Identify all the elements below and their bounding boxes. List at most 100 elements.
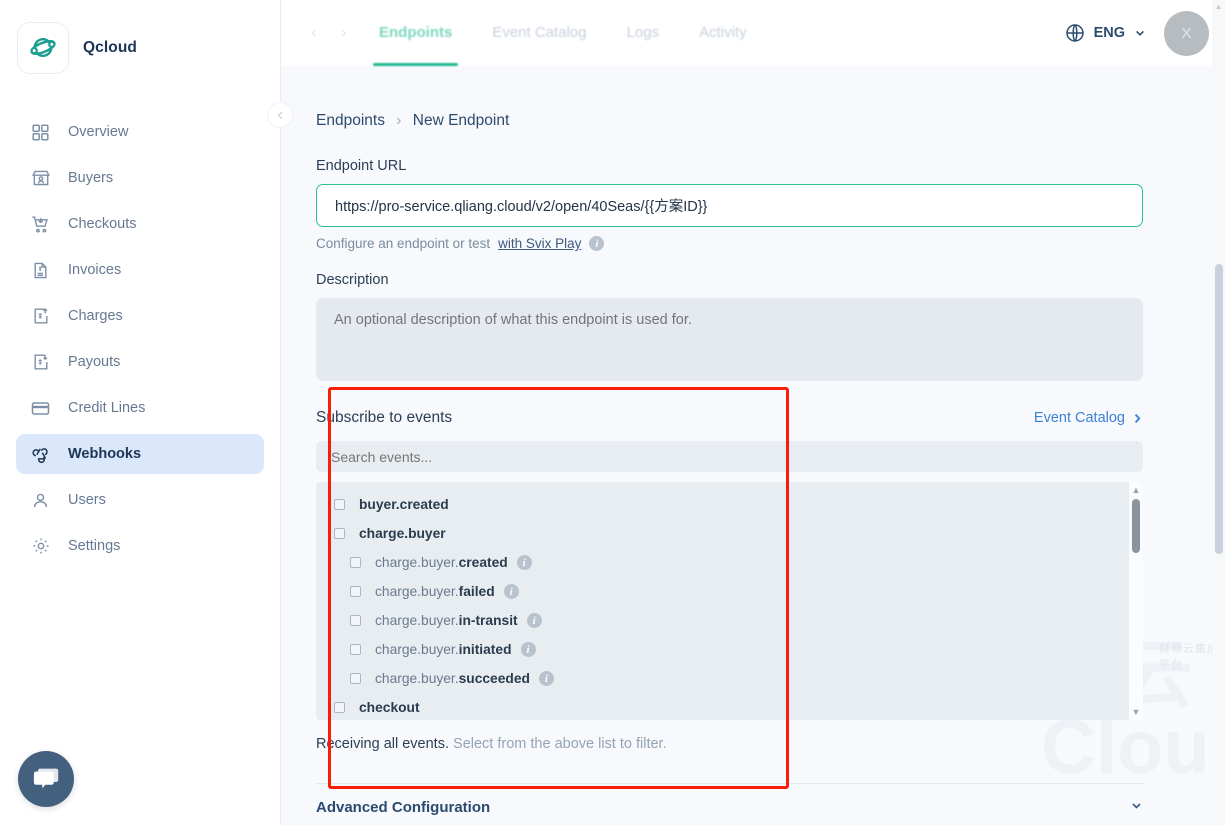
- checkbox[interactable]: [334, 499, 345, 510]
- endpoint-url-hint: Configure an endpoint or test with Svix …: [316, 236, 1143, 251]
- event-name: charge.buyer.failed: [375, 584, 495, 599]
- scrollbar-thumb[interactable]: [1132, 499, 1140, 553]
- sidebar-item-checkouts[interactable]: Checkouts: [16, 204, 264, 244]
- store-icon: [30, 168, 51, 189]
- sidebar-item-label: Webhooks: [68, 446, 142, 462]
- globe-icon: [1065, 24, 1084, 42]
- event-catalog-link[interactable]: Event Catalog: [1034, 410, 1143, 426]
- page-scrollbar[interactable]: ▲: [1212, 0, 1225, 825]
- endpoint-url-input[interactable]: [316, 184, 1143, 227]
- advanced-configuration-toggle[interactable]: Advanced Configuration: [316, 784, 1143, 825]
- sidebar-item-label: Charges: [68, 308, 123, 324]
- chevron-left-icon: [277, 111, 282, 119]
- sidebar-item-invoices[interactable]: Invoices: [16, 250, 264, 290]
- sidebar-item-charges[interactable]: Charges: [16, 296, 264, 336]
- checkbox[interactable]: [350, 557, 361, 568]
- triangle-up-icon[interactable]: ▲: [1132, 485, 1141, 495]
- page-scrollbar-thumb[interactable]: [1215, 264, 1223, 554]
- list-item[interactable]: buyer.created: [316, 490, 1143, 519]
- breadcrumb-separator: ›: [396, 112, 402, 129]
- breadcrumb-root[interactable]: Endpoints: [316, 112, 385, 129]
- gear-icon: [30, 536, 51, 557]
- page-content: Endpoints › New Endpoint Endpoint URL Co…: [281, 66, 1225, 825]
- language-selector[interactable]: ENG: [1065, 23, 1146, 43]
- sidebar-item-users[interactable]: Users: [16, 480, 264, 520]
- endpoint-url-label: Endpoint URL: [316, 158, 407, 174]
- nav-forward-button[interactable]: ›: [329, 0, 359, 66]
- triangle-down-icon[interactable]: ▼: [1132, 707, 1141, 717]
- chat-bubble-button[interactable]: [18, 751, 74, 807]
- list-item[interactable]: charge.buyer.failed i: [316, 577, 1143, 606]
- breadcrumb-current: New Endpoint: [412, 112, 510, 129]
- tab-logs[interactable]: Logs: [607, 0, 680, 66]
- list-item[interactable]: charge.buyer.succeeded i: [316, 664, 1143, 693]
- tab-endpoints[interactable]: Endpoints: [359, 0, 472, 66]
- brand-name: Qcloud: [83, 39, 137, 56]
- list-item[interactable]: charge.buyer.created i: [316, 548, 1143, 577]
- qcloud-planet-logo-icon: [17, 22, 69, 74]
- list-item[interactable]: charge.buyer.initiated i: [316, 635, 1143, 664]
- list-item[interactable]: checkout: [316, 693, 1143, 720]
- description-label: Description: [316, 272, 389, 288]
- event-name: checkout: [359, 700, 420, 715]
- events-header: Subscribe to events Event Catalog: [316, 409, 1143, 427]
- list-item[interactable]: charge.buyer: [316, 519, 1143, 548]
- checkbox[interactable]: [350, 644, 361, 655]
- checkbox[interactable]: [350, 673, 361, 684]
- info-icon[interactable]: i: [538, 671, 554, 686]
- sidebar-item-label: Overview: [68, 124, 129, 140]
- event-name: charge.buyer.in-transit: [375, 613, 518, 628]
- info-icon[interactable]: i: [516, 555, 532, 570]
- description-textarea[interactable]: [316, 298, 1143, 381]
- list-item[interactable]: charge.buyer.in-transit i: [316, 606, 1143, 635]
- search-events-input[interactable]: [316, 441, 1143, 472]
- sidebar-collapse-button[interactable]: [267, 102, 293, 128]
- sidebar: Qcloud Overview Buyers Checkouts Invoice…: [0, 0, 293, 825]
- tab-event-catalog[interactable]: Event Catalog: [472, 0, 606, 66]
- avatar[interactable]: X: [1164, 10, 1209, 56]
- sidebar-item-overview[interactable]: Overview: [16, 112, 264, 152]
- info-icon[interactable]: i: [503, 584, 519, 599]
- grid-icon: [30, 122, 51, 143]
- sidebar-item-credit-lines[interactable]: Credit Lines: [16, 388, 264, 428]
- nav-back-button[interactable]: ‹: [299, 0, 329, 66]
- event-name: charge.buyer.initiated: [375, 642, 512, 657]
- tab-bar: ‹ › Endpoints Event Catalog Logs Activit…: [299, 0, 767, 66]
- sidebar-item-label: Payouts: [68, 354, 121, 370]
- sidebar-item-label: Buyers: [68, 170, 114, 186]
- endpoint-form: Endpoint URL Configure an endpoint or te…: [281, 130, 1225, 386]
- sidebar-item-webhooks[interactable]: Webhooks: [16, 434, 264, 474]
- chevron-right-icon: [1134, 413, 1141, 423]
- chat-bubble-icon: [33, 768, 59, 789]
- sidebar-nav: Overview Buyers Checkouts Invoices Charg…: [0, 112, 280, 566]
- cart-icon: [30, 214, 51, 235]
- info-icon[interactable]: i: [526, 613, 542, 628]
- receiving-status-hint: Select from the above list to filter.: [453, 736, 667, 752]
- receiving-status-main: Receiving all events.: [316, 736, 449, 752]
- event-name: charge.buyer.succeeded: [375, 671, 530, 686]
- svix-play-link[interactable]: with Svix Play: [498, 236, 581, 251]
- checkbox[interactable]: [334, 702, 345, 713]
- triangle-up-icon[interactable]: ▲: [1212, 0, 1225, 13]
- event-catalog-link-label: Event Catalog: [1033, 410, 1125, 426]
- checkbox[interactable]: [350, 586, 361, 597]
- sidebar-item-label: Checkouts: [68, 216, 137, 232]
- webhook-icon: [30, 444, 51, 465]
- description-group: Description: [316, 272, 1143, 386]
- checkbox[interactable]: [350, 615, 361, 626]
- chevron-down-icon[interactable]: [1130, 799, 1143, 815]
- chevron-down-icon: [1136, 30, 1144, 36]
- sidebar-item-settings[interactable]: Settings: [16, 526, 264, 566]
- tab-activity[interactable]: Activity: [679, 0, 767, 66]
- info-icon[interactable]: i: [520, 642, 536, 657]
- checkbox[interactable]: [334, 528, 345, 539]
- breadcrumb: Endpoints › New Endpoint: [281, 66, 1225, 130]
- sidebar-item-payouts[interactable]: Payouts: [16, 342, 264, 382]
- sidebar-item-buyers[interactable]: Buyers: [16, 158, 264, 198]
- info-icon[interactable]: i: [589, 236, 605, 251]
- event-name: charge.buyer: [359, 526, 446, 541]
- event-list-scrollbar[interactable]: ▲ ▼: [1129, 482, 1143, 720]
- sidebar-item-label: Settings: [68, 538, 121, 554]
- brand[interactable]: Qcloud: [0, 0, 280, 74]
- credit-card-icon: [30, 398, 51, 419]
